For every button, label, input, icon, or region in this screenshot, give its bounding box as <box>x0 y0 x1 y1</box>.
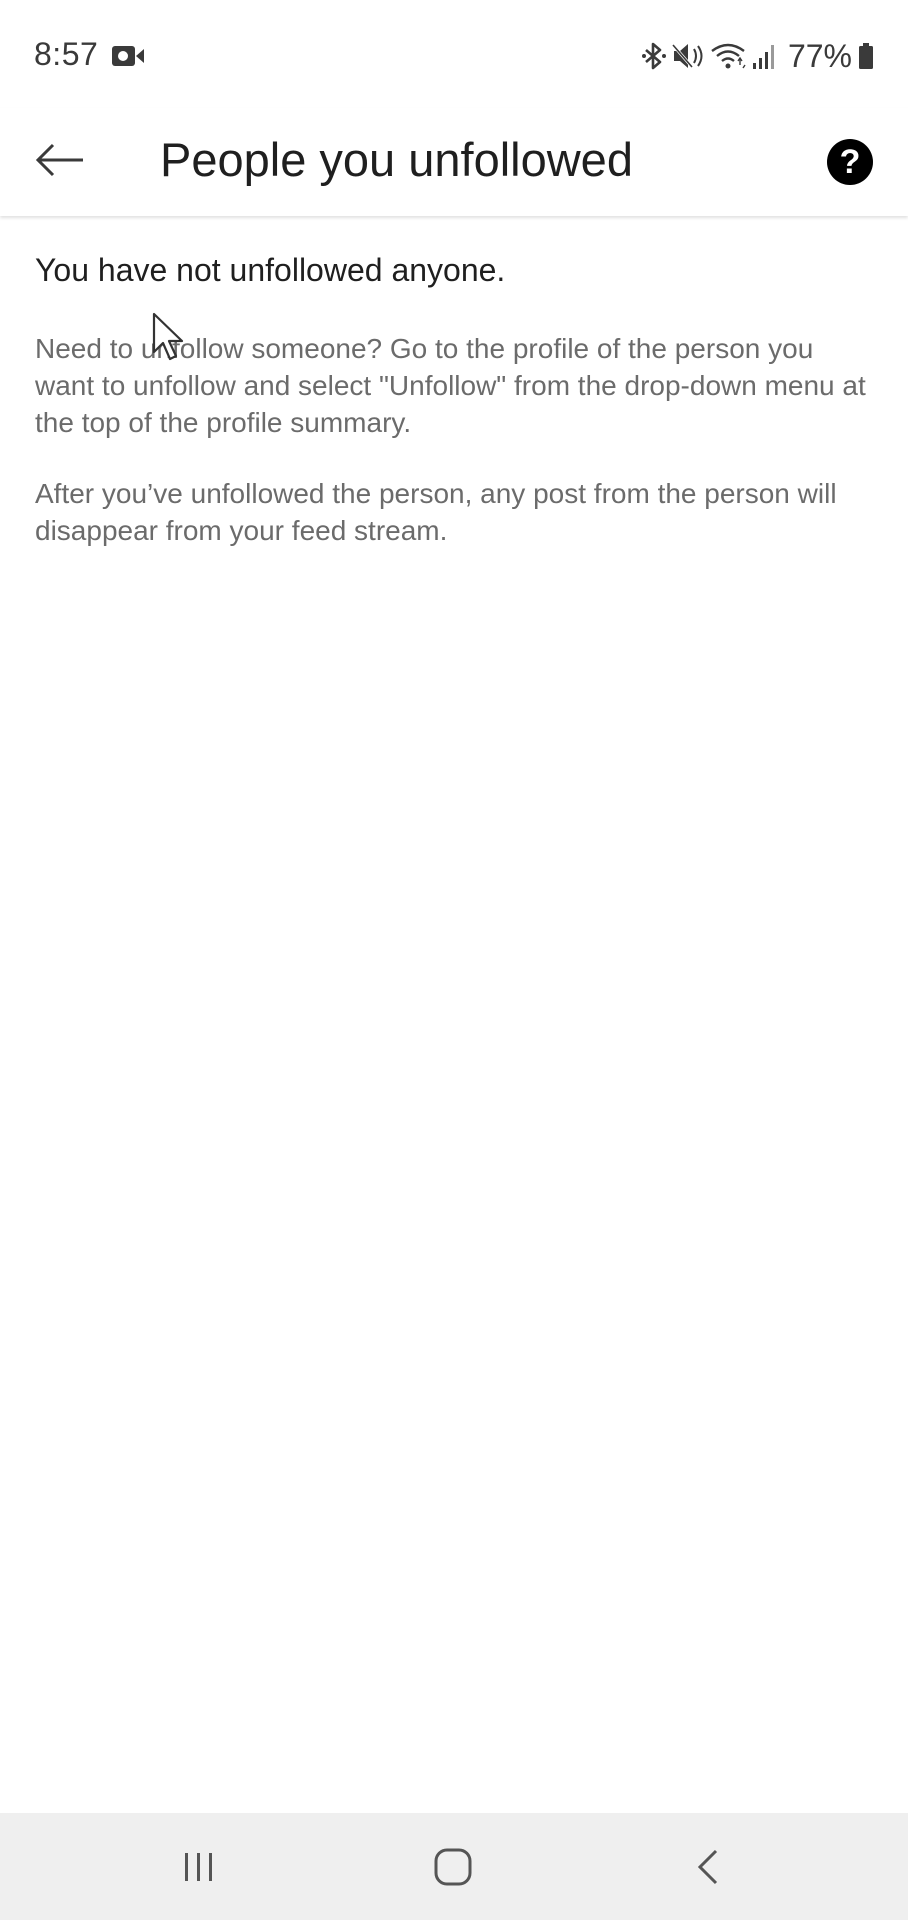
home-button[interactable] <box>413 1833 493 1901</box>
unfollow-effect-note: After you’ve unfollowed the person, any … <box>35 478 837 546</box>
back-button[interactable] <box>28 128 92 192</box>
home-icon <box>434 1848 472 1886</box>
mouse-pointer-icon <box>152 312 184 361</box>
status-bar: 8:57 77% <box>0 0 908 108</box>
recent-apps-button[interactable] <box>159 1833 239 1901</box>
nav-back-button[interactable] <box>668 1833 748 1901</box>
status-time: 8:57 <box>34 36 99 72</box>
system-nav-bar <box>0 1813 908 1920</box>
arrow-left-icon <box>35 143 83 177</box>
nav-back-icon <box>697 1849 718 1885</box>
screen-record-icon <box>112 46 144 66</box>
help-button[interactable]: ? <box>820 132 880 192</box>
wifi-icon <box>711 43 746 69</box>
signal-icon <box>752 45 774 69</box>
bluetooth-icon <box>641 42 666 70</box>
page-title: People you unfollowed <box>160 133 633 186</box>
recent-apps-icon <box>185 1853 212 1881</box>
mute-icon <box>671 44 703 68</box>
question-circle-icon: ? <box>827 139 873 185</box>
empty-state-heading: You have not unfollowed anyone. <box>35 252 506 288</box>
battery-icon <box>859 43 873 69</box>
screen: 8:57 77% People you unfollowed ? You hav… <box>0 0 908 1920</box>
battery-level: 77% <box>787 37 852 74</box>
status-icons: 77% <box>641 36 874 76</box>
empty-state: You have not unfollowed anyone. Need to … <box>35 246 880 583</box>
app-bar: People you unfollowed ? <box>0 108 908 216</box>
